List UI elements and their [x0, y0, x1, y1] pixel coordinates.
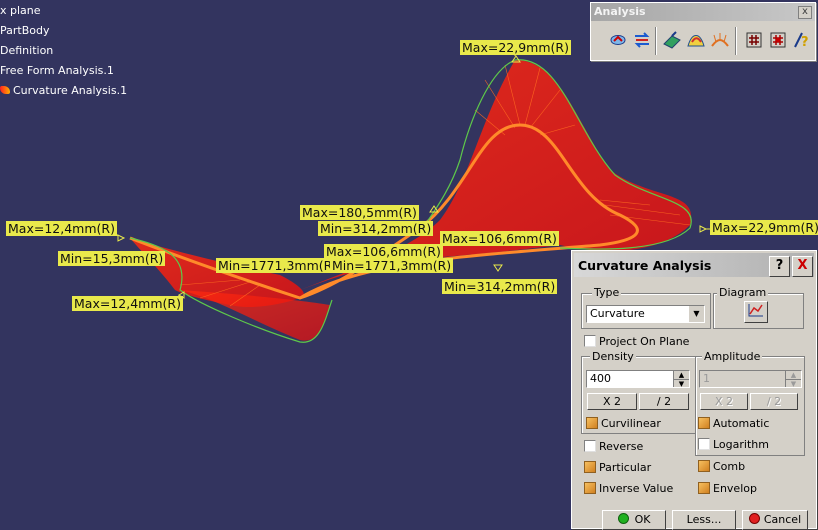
chevron-down-icon[interactable]: ▼ [688, 306, 704, 322]
diagram-group-label: Diagram [717, 286, 769, 299]
density-group-label: Density [590, 350, 636, 363]
cancel-icon [748, 513, 760, 524]
density-value: 400 [590, 372, 611, 385]
tree-item-definition[interactable]: Definition [0, 44, 53, 57]
curvilinear-label: Curvilinear [601, 417, 661, 430]
help-button[interactable]: ? [769, 256, 790, 277]
curvature-label[interactable]: Max=12,4mm(R) [72, 296, 183, 311]
particular-label: Particular [599, 461, 652, 474]
amplitude-x2-button[interactable]: X 2 [700, 393, 748, 410]
curvature-label[interactable]: Max=180,5mm(R) [300, 205, 419, 220]
close-button[interactable]: X [792, 256, 813, 277]
type-select-value: Curvature [590, 307, 645, 320]
connection-icon[interactable] [767, 27, 789, 53]
close-icon[interactable]: x [798, 6, 812, 19]
reverse-label: Reverse [599, 440, 644, 453]
toolbar-titlebar[interactable]: Analysis x [591, 3, 815, 21]
curvature-label[interactable]: Min=15,3mm(R) [58, 251, 166, 266]
amplitude-field[interactable]: 1 ▲ ▼ [699, 370, 802, 388]
density-x2-button[interactable]: X 2 [587, 393, 637, 410]
curvature-label[interactable]: Max=106,6mm(R) [440, 231, 559, 246]
inverse-value-checkbox[interactable] [584, 482, 596, 494]
logarithm-label: Logarithm [713, 438, 769, 451]
curvature-label[interactable]: Min=1771,3mm(R) [216, 258, 340, 273]
dialog-title: Curvature Analysis [578, 258, 712, 273]
automatic-checkbox[interactable] [698, 417, 710, 429]
tree-item-partbody[interactable]: PartBody [0, 24, 49, 37]
toolbar-separator [735, 27, 737, 55]
curvature-label[interactable]: Max=106,6mm(R) [324, 244, 443, 259]
curvature-label[interactable]: Min=314,2mm(R) [442, 279, 558, 294]
inverse-value-label: Inverse Value [599, 482, 674, 495]
curvature-label[interactable]: Max=12,4mm(R) [6, 221, 117, 236]
envelop-label: Envelop [713, 482, 757, 495]
amplitude-value: 1 [703, 372, 710, 385]
diagram-button[interactable] [744, 301, 768, 323]
amplitude-group-label: Amplitude [702, 350, 763, 363]
connect-checker-icon[interactable] [607, 27, 629, 53]
type-select[interactable]: Curvature ▼ [586, 305, 705, 323]
density-stepper[interactable]: ▲ ▼ [673, 371, 689, 388]
curvature-analysis-dialog: Curvature Analysis ? X Type Curvature ▼ … [571, 250, 817, 530]
help-icon[interactable]: ? [791, 27, 813, 53]
surfacic-curvature-icon[interactable] [685, 27, 707, 53]
distance-analysis-icon[interactable] [631, 27, 653, 53]
reverse-checkbox[interactable] [584, 440, 596, 452]
curvature-label[interactable]: Max=22,9mm(R) [710, 220, 818, 235]
analysis-toolbar: Analysis x ? [590, 2, 816, 61]
project-on-plane-checkbox[interactable] [584, 335, 596, 347]
logarithm-checkbox[interactable] [698, 438, 710, 450]
svg-text:?: ? [801, 35, 809, 50]
draft-analysis-icon[interactable] [661, 27, 683, 53]
curvature-label[interactable]: Max=22,9mm(R) [460, 40, 571, 55]
toolbar-title: Analysis [594, 5, 646, 18]
curvature-analysis-icon [0, 86, 10, 94]
particular-checkbox[interactable] [584, 461, 596, 473]
tree-item-free-form-analysis[interactable]: Free Form Analysis.1 [0, 64, 114, 77]
automatic-label: Automatic [713, 417, 770, 430]
toolbar-separator [655, 27, 657, 55]
cancel-label: Cancel [763, 513, 802, 526]
amplitude-div2-button[interactable]: / 2 [750, 393, 798, 410]
curvilinear-checkbox[interactable] [586, 417, 598, 429]
comb-checkbox[interactable] [698, 460, 710, 472]
density-div2-button[interactable]: / 2 [639, 393, 689, 410]
type-group-label: Type [592, 286, 622, 299]
less-button[interactable]: Less... [672, 510, 736, 530]
ok-button[interactable]: OK [602, 510, 666, 530]
envelop-checkbox[interactable] [698, 482, 710, 494]
deviation-icon[interactable] [743, 27, 765, 53]
tree-item-plane[interactable]: x plane [0, 4, 41, 17]
project-on-plane-label: Project On Plane [599, 335, 690, 348]
porcupine-curvature-icon[interactable] [709, 27, 731, 53]
density-field[interactable]: 400 ▲ ▼ [586, 370, 690, 388]
comb-label: Comb [713, 460, 746, 473]
dialog-titlebar[interactable]: Curvature Analysis ? X [574, 253, 814, 277]
tree-item-curvature-analysis[interactable]: Curvature Analysis.1 [0, 84, 127, 97]
curvature-label[interactable]: Min=314,2mm(R) [318, 221, 434, 236]
curvature-label[interactable]: Min=1771,3mm(R) [330, 258, 454, 273]
cancel-button[interactable]: Cancel [742, 510, 808, 530]
ok-icon [617, 513, 629, 524]
graph-icon [748, 304, 763, 317]
tree-item-label: Curvature Analysis.1 [13, 84, 128, 97]
amplitude-stepper[interactable]: ▲ ▼ [785, 371, 801, 388]
ok-label: OK [634, 513, 651, 526]
